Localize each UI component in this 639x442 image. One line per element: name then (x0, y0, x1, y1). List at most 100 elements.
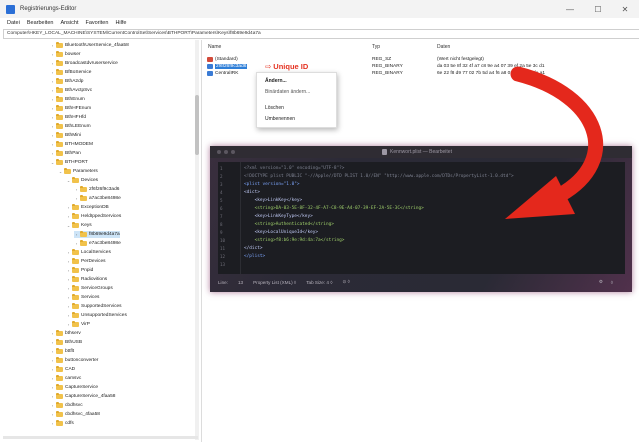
chevron-right-icon[interactable]: › (50, 403, 55, 408)
chevron-right-icon[interactable]: › (50, 106, 55, 111)
tree-node[interactable]: › BthPan (50, 150, 81, 157)
tree-node-selected[interactable]: › f8b69e9d4a7a (74, 231, 120, 238)
chevron-right-icon[interactable]: › (50, 70, 55, 75)
chevron-down-icon[interactable]: ⌄ (50, 160, 55, 165)
chevron-right-icon[interactable]: › (66, 286, 71, 291)
chevron-right-icon[interactable]: › (50, 367, 55, 372)
column-header-data[interactable]: Daten (437, 44, 450, 50)
tree-node[interactable]: › BthHFHfd (50, 114, 86, 121)
chevron-right-icon[interactable]: › (50, 394, 55, 399)
tree-node[interactable]: › HeldIppedServices (66, 213, 121, 220)
chevron-right-icon[interactable]: › (50, 421, 55, 426)
tree-node[interactable]: › BthHFEnum (50, 105, 91, 112)
chevron-right-icon[interactable]: › (66, 304, 71, 309)
tree-node[interactable]: › Services (66, 294, 99, 301)
tree-scrollbar-thumb[interactable] (195, 95, 199, 155)
minimize-button[interactable]: — (556, 0, 584, 18)
tree-node[interactable]: › BfBoService (50, 69, 91, 76)
chevron-right-icon[interactable]: › (50, 412, 55, 417)
tree-node[interactable]: ⌄ BTHPORT (50, 159, 88, 166)
chevron-down-icon[interactable]: ⌄ (58, 169, 63, 174)
menu-item-aendern[interactable]: Ändern... (265, 78, 287, 84)
tree-node[interactable]: › camsvc (50, 375, 81, 382)
chevron-right-icon[interactable]: › (66, 259, 71, 264)
tree-node[interactable]: › Pnpid (66, 267, 93, 274)
menu-item-umbenennen[interactable]: Umbenennen (265, 116, 295, 122)
tree-node[interactable]: › ExceptionDB (66, 204, 109, 211)
chevron-right-icon[interactable]: › (66, 205, 71, 210)
menu-ansicht[interactable]: Ansicht (60, 20, 78, 26)
chevron-right-icon[interactable]: › (50, 124, 55, 129)
tree-node[interactable]: › BthUSB (50, 339, 82, 346)
tree-node[interactable]: › BthLEEnum (50, 123, 91, 130)
tree-node[interactable]: › BluetoothUserService_4faa58 (50, 42, 129, 49)
tree-node[interactable]: › ServiceGroups (66, 285, 113, 292)
tree-node[interactable]: ⌄ Keys (66, 222, 92, 229)
tree-node[interactable]: › CaptureService_4faa58 (50, 393, 115, 400)
tree-node[interactable]: ⌄ Devices (66, 177, 98, 184)
tree-node[interactable]: › SupportedServices (66, 303, 122, 310)
chevron-right-icon[interactable]: › (66, 277, 71, 282)
chevron-right-icon[interactable]: › (50, 151, 55, 156)
tree-node[interactable]: › bttflt (50, 348, 74, 355)
chevron-right-icon[interactable]: › (50, 133, 55, 138)
chevron-right-icon[interactable]: › (50, 52, 55, 57)
tree-node[interactable]: › e7ac3be8498e (74, 240, 121, 247)
chevron-right-icon[interactable]: › (74, 232, 79, 237)
tree-node[interactable]: › Radiovitions (66, 276, 107, 283)
menu-favoriten[interactable]: Favoriten (86, 20, 109, 26)
chevron-right-icon[interactable]: › (66, 322, 71, 327)
tree-node[interactable]: › cdfs (50, 420, 74, 427)
chevron-right-icon[interactable]: › (50, 142, 55, 147)
tree-node[interactable]: › VirP (66, 321, 90, 328)
chevron-right-icon[interactable]: › (50, 349, 55, 354)
tree-node[interactable]: › LocalServices (66, 249, 111, 256)
tree-node[interactable]: › PerDevices (66, 258, 106, 265)
dropdown-icon[interactable]: ◊ (611, 280, 613, 285)
tree-node[interactable]: › BTHMODEM (50, 141, 93, 148)
tree-node[interactable]: › bthserv (50, 330, 81, 337)
chevron-right-icon[interactable]: › (66, 250, 71, 255)
column-header-type[interactable]: Typ (372, 44, 380, 50)
tree-node[interactable]: › BthEnum (50, 96, 85, 103)
chevron-down-icon[interactable]: ⌄ (66, 178, 71, 183)
syntax-selector[interactable]: Property List (XML) ◊ (253, 280, 296, 285)
menu-bearbeiten[interactable]: Bearbeiten (27, 20, 54, 26)
maximize-button[interactable]: ☐ (584, 0, 612, 18)
chevron-right-icon[interactable]: › (50, 376, 55, 381)
tree-node[interactable]: › cbdhsvc (50, 402, 83, 409)
chevron-right-icon[interactable]: › (50, 79, 55, 84)
tree-node[interactable]: › Broadcastdvruserservice (50, 60, 118, 67)
tree-node[interactable]: › 2f6f26f9c3ad6 (74, 186, 119, 193)
chevron-right-icon[interactable]: › (66, 295, 71, 300)
chevron-down-icon[interactable]: ⌄ (66, 223, 71, 228)
chevron-right-icon[interactable]: › (74, 241, 79, 246)
menu-item-binaer-aendern[interactable]: Binärdaten ändern... (265, 89, 310, 95)
menu-datei[interactable]: Datei (7, 20, 20, 26)
tree-node[interactable]: › bowser (50, 51, 80, 58)
tree-node[interactable]: › cbdhsvc_4faa58 (50, 411, 100, 418)
chevron-right-icon[interactable]: › (50, 88, 55, 93)
tree-horizontal-scrollbar[interactable] (3, 436, 198, 439)
tree-node[interactable]: › a7ac3be8498e (74, 195, 121, 202)
menu-item-loeschen[interactable]: Löschen (265, 105, 284, 111)
chevron-right-icon[interactable]: › (50, 97, 55, 102)
chevron-right-icon[interactable]: › (50, 358, 55, 363)
tree-node[interactable]: › BthAvctpSvc (50, 87, 92, 94)
value-row-selected[interactable]: 2f6f26f9c3ad6 (207, 64, 248, 69)
spellcheck-icon[interactable]: ⊙ ◊ (343, 279, 350, 285)
tree-node[interactable]: › BthA2dp (50, 78, 83, 85)
editor-close-dot[interactable] (217, 150, 221, 154)
chevron-right-icon[interactable]: › (66, 214, 71, 219)
chevron-right-icon[interactable]: › (74, 187, 79, 192)
tab-size-selector[interactable]: Tab Size: 4 ◊ (306, 280, 332, 285)
chevron-right-icon[interactable]: › (66, 268, 71, 273)
menu-hilfe[interactable]: Hilfe (115, 20, 126, 26)
value-row[interactable]: (Standard) (207, 57, 238, 62)
tree-node[interactable]: ⌄ Parameters (58, 168, 98, 175)
code-area[interactable]: 1 <?xml version="1.0" encoding="UTF-8"?> 2… (218, 162, 625, 274)
value-row[interactable]: CentralIRK (207, 71, 238, 76)
close-button[interactable]: ✕ (611, 0, 639, 18)
chevron-right-icon[interactable]: › (50, 115, 55, 120)
tree-node[interactable]: › UnsupportedServices (66, 312, 127, 319)
